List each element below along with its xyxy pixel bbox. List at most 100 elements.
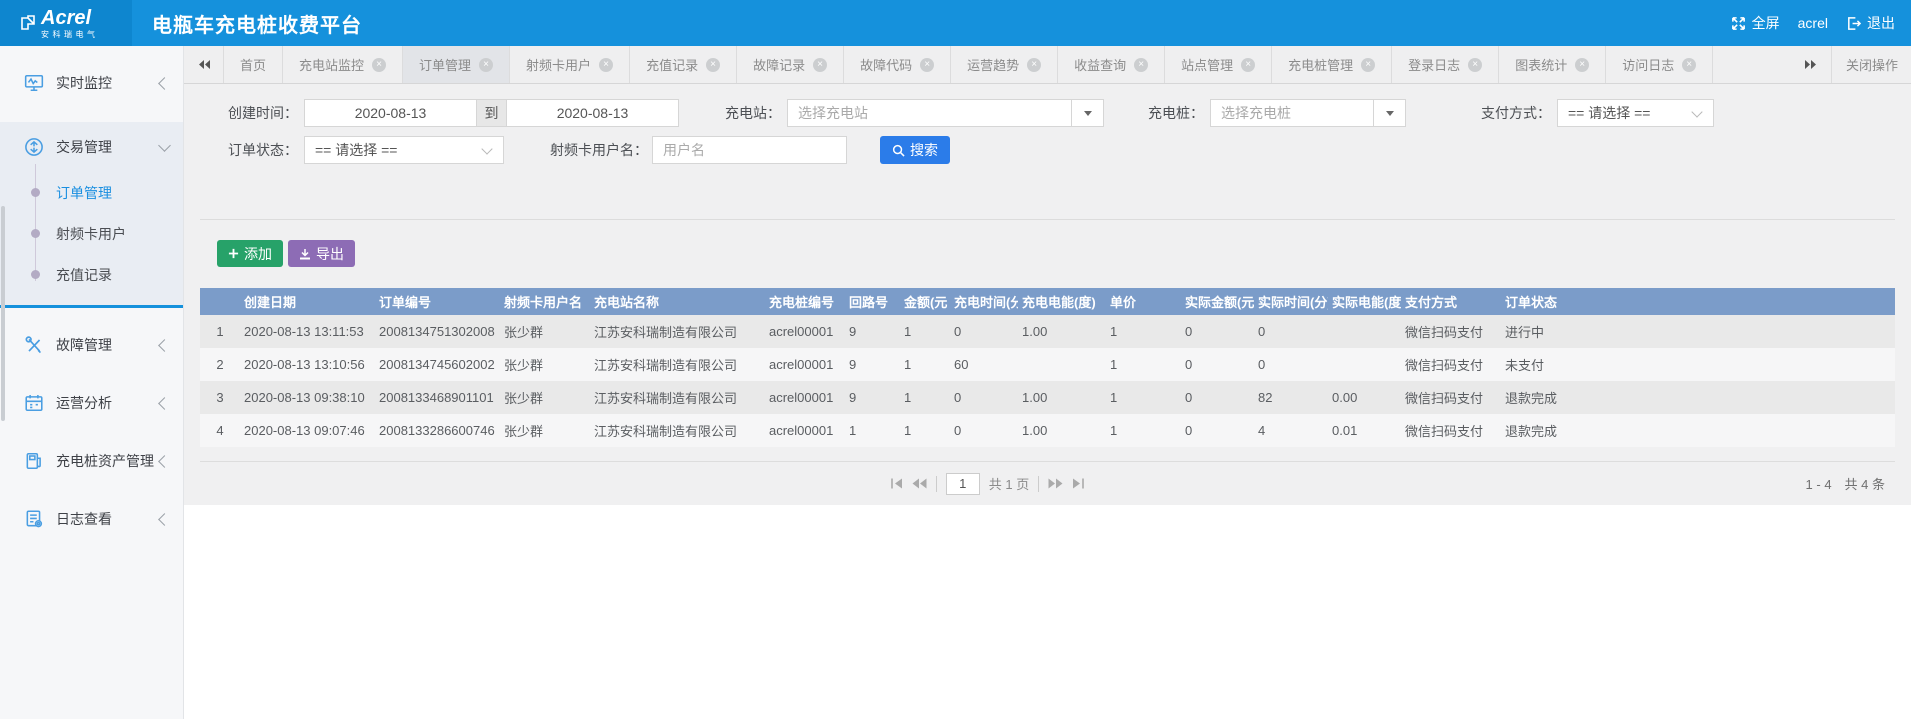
tab-label: 充电桩管理 <box>1288 55 1353 74</box>
page-number-input[interactable] <box>946 473 980 495</box>
cell: 1 <box>200 315 240 348</box>
username[interactable]: acrel <box>1798 15 1828 31</box>
table-row[interactable]: 32020-08-13 09:38:102008133468901101张少群江… <box>200 381 1895 414</box>
main-content: 首页充电站监控×订单管理×射频卡用户×充值记录×故障记录×故障代码×运营趋势×收… <box>184 46 1911 719</box>
sidebar-item-recharge-records[interactable]: 充值记录 <box>0 254 183 295</box>
order-status-select[interactable]: == 请选择 == <box>304 136 504 164</box>
sidebar-item-order-management[interactable]: 订单管理 <box>0 172 183 213</box>
tab-charging-pile-management[interactable]: 充电桩管理 × <box>1272 46 1392 83</box>
sidebar-item-fault-management[interactable]: 故障管理 <box>0 320 183 370</box>
cell: 2008134745602002 <box>375 348 500 381</box>
pile-select-input[interactable] <box>1210 99 1374 127</box>
tab-chart-statistics[interactable]: 图表统计 × <box>1499 46 1606 83</box>
column-header: 创建日期 <box>240 288 375 315</box>
cell: 1 <box>900 414 950 447</box>
close-icon[interactable]: × <box>1468 58 1482 72</box>
export-button[interactable]: 导出 <box>288 240 355 267</box>
record-range-label: 1 - 4 共 4 条 <box>1806 474 1885 493</box>
cell: 江苏安科瑞制造有限公司 <box>590 414 765 447</box>
column-header: 订单编号 <box>375 288 500 315</box>
station-select-input[interactable] <box>787 99 1072 127</box>
cell <box>1328 348 1401 381</box>
tab-label: 图表统计 <box>1515 55 1567 74</box>
close-icon[interactable]: × <box>706 58 720 72</box>
monitor-icon <box>24 73 44 93</box>
cell: 3 <box>200 381 240 414</box>
last-page-button[interactable] <box>1072 478 1085 489</box>
close-icon[interactable]: × <box>1361 58 1375 72</box>
calendar-icon <box>24 393 44 413</box>
station-dropdown-button[interactable] <box>1071 99 1104 127</box>
created-time-label: 创建时间： <box>228 103 298 123</box>
cell: 4 <box>1254 414 1328 447</box>
tab-order-management[interactable]: 订单管理× <box>403 46 510 83</box>
order-filter-panel: 创建时间： 到 充电站： 充电桩： 支付方式： == 请选择 == <box>184 84 1911 505</box>
pile-dropdown-button[interactable] <box>1373 99 1406 127</box>
tab-site-management[interactable]: 站点管理× <box>1165 46 1272 83</box>
tab-home[interactable]: 首页 <box>224 46 283 83</box>
date-to-input[interactable] <box>506 99 679 127</box>
close-icon[interactable]: × <box>372 58 386 72</box>
sidebar-scrollbar[interactable] <box>1 206 5 421</box>
table-row[interactable]: 42020-08-13 09:07:462008133286600746张少群江… <box>200 414 1895 447</box>
date-from-input[interactable] <box>304 99 477 127</box>
next-page-button[interactable] <box>1048 478 1063 489</box>
close-operations-menu[interactable]: 关闭操作 <box>1831 46 1911 83</box>
close-icon[interactable]: × <box>813 58 827 72</box>
card-user-label: 射频卡用户名： <box>550 140 648 160</box>
tab-revenue-query[interactable]: 收益查询× <box>1058 46 1165 83</box>
chevron-down-icon <box>481 143 492 154</box>
tab-operation-trends[interactable]: 运营趋势× <box>951 46 1058 83</box>
sidebar-item-operation-analysis[interactable]: 运营分析 <box>0 378 183 428</box>
chevron-down-icon <box>1691 106 1702 117</box>
table-row[interactable]: 12020-08-13 13:11:532008134751302008张少群江… <box>200 315 1895 348</box>
first-page-button[interactable] <box>890 478 903 489</box>
cell: 2008133286600746 <box>375 414 500 447</box>
cell: 9 <box>845 315 900 348</box>
prev-page-button[interactable] <box>912 478 927 489</box>
close-icon[interactable]: × <box>1241 58 1255 72</box>
close-icon[interactable]: × <box>1575 58 1589 72</box>
cell: 4 <box>200 414 240 447</box>
tab-access-logs[interactable]: 访问日志 × <box>1606 46 1713 83</box>
column-header: 实际电能(度) <box>1328 288 1401 315</box>
charging-pile-icon <box>24 451 44 471</box>
sidebar: 实时监控交易管理订单管理射频卡用户充值记录故障管理运营分析充电桩资产管理日志查看 <box>0 46 184 719</box>
sidebar-item-rfid-card-users[interactable]: 射频卡用户 <box>0 213 183 254</box>
close-icon[interactable]: × <box>1682 58 1696 72</box>
sidebar-item-charging-pile-assets[interactable]: 充电桩资产管理 <box>0 436 183 486</box>
sidebar-item-transaction-management[interactable]: 交易管理 <box>0 122 183 172</box>
search-button[interactable]: 搜索 <box>880 136 950 164</box>
close-icon[interactable]: × <box>479 58 493 72</box>
tab-login-logs[interactable]: 登录日志× <box>1392 46 1499 83</box>
tab-fault-records[interactable]: 故障记录× <box>737 46 844 83</box>
scroll-tabs-right-button[interactable] <box>1791 46 1831 83</box>
card-user-input[interactable] <box>652 136 847 164</box>
cell: 退款完成 <box>1501 381 1895 414</box>
logout-button[interactable]: 退出 <box>1846 13 1895 33</box>
tab-label: 访问日志 <box>1622 55 1674 74</box>
cell: 微信扫码支付 <box>1401 381 1501 414</box>
tab-station-monitor[interactable]: 充电站监控× <box>283 46 403 83</box>
cell: 2 <box>200 348 240 381</box>
close-icon[interactable]: × <box>920 58 934 72</box>
fullscreen-button[interactable]: 全屏 <box>1731 13 1780 33</box>
close-icon[interactable]: × <box>1027 58 1041 72</box>
tab-recharge-records[interactable]: 充值记录 × <box>630 46 737 83</box>
column-header: 充电时间(分) <box>950 288 1018 315</box>
close-icon[interactable]: × <box>1134 58 1148 72</box>
table-row[interactable]: 22020-08-13 13:10:562008134745602002张少群江… <box>200 348 1895 381</box>
sidebar-item-realtime-monitor[interactable]: 实时监控 <box>0 58 183 108</box>
cell: 2020-08-13 13:10:56 <box>240 348 375 381</box>
column-header: 单价 <box>1106 288 1181 315</box>
sidebar-item-log-view[interactable]: 日志查看 <box>0 494 183 544</box>
scroll-tabs-left-button[interactable] <box>184 46 224 83</box>
close-icon[interactable]: × <box>599 58 613 72</box>
tab-fault-codes[interactable]: 故障代码× <box>844 46 951 83</box>
tab-label: 充值记录 <box>646 55 698 74</box>
payment-method-select[interactable]: == 请选择 == <box>1557 99 1714 127</box>
plus-icon <box>228 248 239 259</box>
cell: 1 <box>900 315 950 348</box>
add-button[interactable]: 添加 <box>217 240 283 267</box>
tab-rfid-card-users[interactable]: 射频卡用户× <box>510 46 630 83</box>
